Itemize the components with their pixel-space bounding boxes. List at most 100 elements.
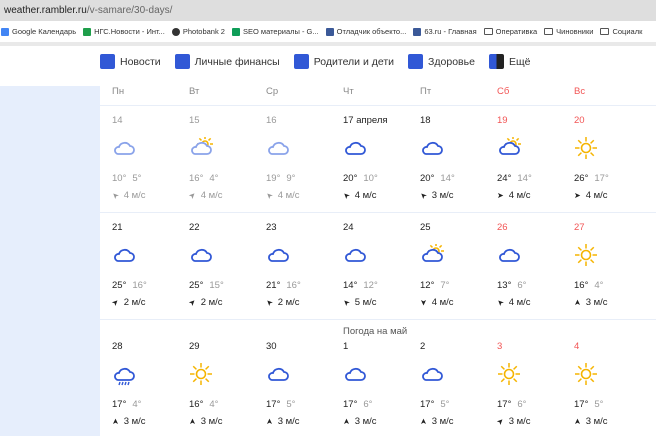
rain-icon (112, 363, 136, 386)
day-date: 23 (266, 222, 277, 233)
day-cell[interactable]: 24 14° 12° ➤ 5 м/с (341, 222, 420, 312)
day-date: 16 (266, 115, 277, 126)
wind: ➤ 4 м/с (264, 190, 300, 201)
bookmark-item[interactable]: Социалк (600, 27, 642, 36)
weekday-header: Ср (266, 86, 279, 97)
nav-item[interactable]: Новости (100, 54, 161, 69)
wind: ➤ 3 м/с (495, 416, 531, 427)
sheet-icon (83, 27, 92, 36)
day-cell[interactable]: 14 10° 5° ➤ 4 м/с (110, 115, 189, 205)
temp-low: 15° (209, 280, 224, 291)
temp-low: 12° (363, 280, 378, 291)
temperatures: 24° 14° (497, 173, 532, 184)
wind: ➤ 3 м/с (572, 297, 608, 308)
nav-item[interactable]: Личные финансы (174, 54, 280, 69)
temp-low: 17° (594, 173, 609, 184)
nav-item[interactable]: Ещё (488, 54, 530, 69)
wind-direction-icon: ➤ (417, 189, 429, 202)
day-date: 20 (574, 115, 585, 126)
day-cell[interactable]: 21 25° 16° ➤ 2 м/с (110, 222, 189, 312)
day-cell[interactable]: 25 12° 7° ➤ 4 м/с (419, 222, 497, 312)
day-cell[interactable]: 1 17° 6° ➤ 3 м/с (342, 341, 420, 431)
forecast-grid: Погода на май Пн Вт Ср Чт Пт Сб Вс 14 10° 5° ➤ 4 м/… (100, 86, 656, 436)
day-cell[interactable]: 20 26° 17° ➤ 4 м/с (574, 115, 651, 205)
wind-direction-icon: ➤ (186, 296, 198, 309)
temperatures: 17° 5° (266, 399, 295, 410)
wind-speed: 3 м/с (585, 416, 608, 427)
day-cell[interactable]: 29 16° 4° ➤ 3 м/с (188, 341, 266, 431)
wind: ➤ 3 м/с (188, 416, 223, 427)
temp-high: 25° (189, 280, 204, 291)
sun-icon (574, 244, 598, 266)
temp-high: 14° (343, 280, 358, 291)
temp-high: 16° (574, 280, 589, 291)
nav-label: Здоровье (428, 55, 475, 68)
temp-high: 10° (112, 173, 127, 184)
bookmark-item[interactable]: Отладчик объекто... (325, 27, 407, 36)
top-nav: Новости Личные финансы Родители и дети Здор… (100, 54, 544, 69)
divider (0, 42, 656, 46)
temperatures: 26° 17° (574, 173, 609, 184)
day-date: 24 (343, 222, 354, 233)
bookmark-item[interactable]: SEO материалы - G... (231, 27, 319, 36)
bookmark-item[interactable]: Google Календарь (1, 27, 76, 36)
day-cell[interactable]: 16 19° 9° ➤ 4 м/с (264, 115, 343, 205)
temperatures: 21° 16° (266, 280, 301, 291)
temp-high: 24° (497, 173, 512, 184)
nav-item[interactable]: Родители и дети (293, 54, 394, 69)
globe-icon (171, 27, 180, 36)
wind-direction-icon: ➤ (572, 418, 582, 425)
bookmark-item[interactable]: Оперативка (483, 27, 537, 36)
wind: ➤ 4 м/с (495, 297, 531, 308)
temperatures: 14° 12° (343, 280, 378, 291)
wind: ➤ 3 м/с (342, 416, 377, 427)
address-bar[interactable]: weather.rambler.ru/v-samare/30-days/ (0, 0, 656, 21)
day-cell[interactable]: 26 13° 6° ➤ 4 м/с (495, 222, 574, 312)
day-cell[interactable]: 3 17° 6° ➤ 3 м/с (495, 341, 574, 431)
facebook-icon (325, 27, 334, 36)
temperatures: 16° 4° (189, 173, 218, 184)
day-cell[interactable]: 15 16° 4° ➤ 4 м/с (187, 115, 266, 205)
sun-icon (189, 363, 213, 385)
more-grid-icon (488, 54, 504, 69)
wind-speed: 4 м/с (354, 190, 377, 201)
bookmark-item[interactable]: Чиновники (544, 27, 593, 36)
day-date: 28 (112, 341, 123, 352)
temp-high: 17° (266, 399, 281, 410)
bookmark-label: Photobank 2 (182, 27, 225, 36)
day-cell[interactable]: 2 17° 5° ➤ 3 м/с (419, 341, 497, 431)
temp-low: 14° (517, 173, 532, 184)
day-cell[interactable]: 22 25° 15° ➤ 2 м/с (186, 222, 266, 312)
bookmark-item[interactable]: Photobank 2 (171, 27, 225, 36)
day-cell[interactable]: 23 21° 16° ➤ 2 м/с (264, 222, 343, 312)
temp-high: 16° (189, 399, 204, 410)
wind-speed: 4 м/с (277, 190, 300, 201)
bookmark-item[interactable]: НГС.Новости - Инт... (83, 27, 165, 36)
bookmark-item[interactable]: 63.ru - Главная (413, 27, 477, 36)
temp-low: 6° (363, 399, 373, 410)
day-date: 26 (497, 222, 508, 233)
day-cell[interactable]: 30 17° 5° ➤ 3 м/с (264, 341, 343, 431)
day-cell[interactable]: 17 апреля 20° 10° ➤ 4 м/с (341, 115, 420, 205)
day-cell[interactable]: 4 17° 5° ➤ 3 м/с (572, 341, 651, 431)
health-icon (408, 54, 424, 69)
wind: ➤ 5 м/с (341, 297, 377, 308)
bookmark-label: Отладчик объекто... (336, 27, 407, 36)
day-date: 14 (112, 115, 123, 126)
wind-direction-icon: ➤ (264, 418, 274, 425)
temp-low: 5° (132, 173, 142, 184)
day-cell[interactable]: 19 24° 14° ➤ 4 м/с (497, 115, 574, 205)
day-cell[interactable]: 18 20° 14° ➤ 3 м/с (417, 115, 497, 205)
wind: ➤ 4 м/с (187, 190, 223, 201)
nav-item[interactable]: Здоровье (408, 54, 475, 69)
finance-icon (174, 54, 190, 69)
partly-sunny-icon (189, 136, 213, 159)
divider (100, 105, 656, 106)
wind-direction-icon: ➤ (572, 299, 582, 306)
day-cell[interactable]: 28 17° 4° ➤ 3 м/с (111, 341, 189, 431)
temperatures: 25° 15° (189, 280, 224, 291)
weekday-header: Вт (189, 86, 200, 97)
day-cell[interactable]: 27 16° 4° ➤ 3 м/с (572, 222, 651, 312)
wind-speed: 3 м/с (200, 416, 223, 427)
temp-high: 25° (112, 280, 127, 291)
